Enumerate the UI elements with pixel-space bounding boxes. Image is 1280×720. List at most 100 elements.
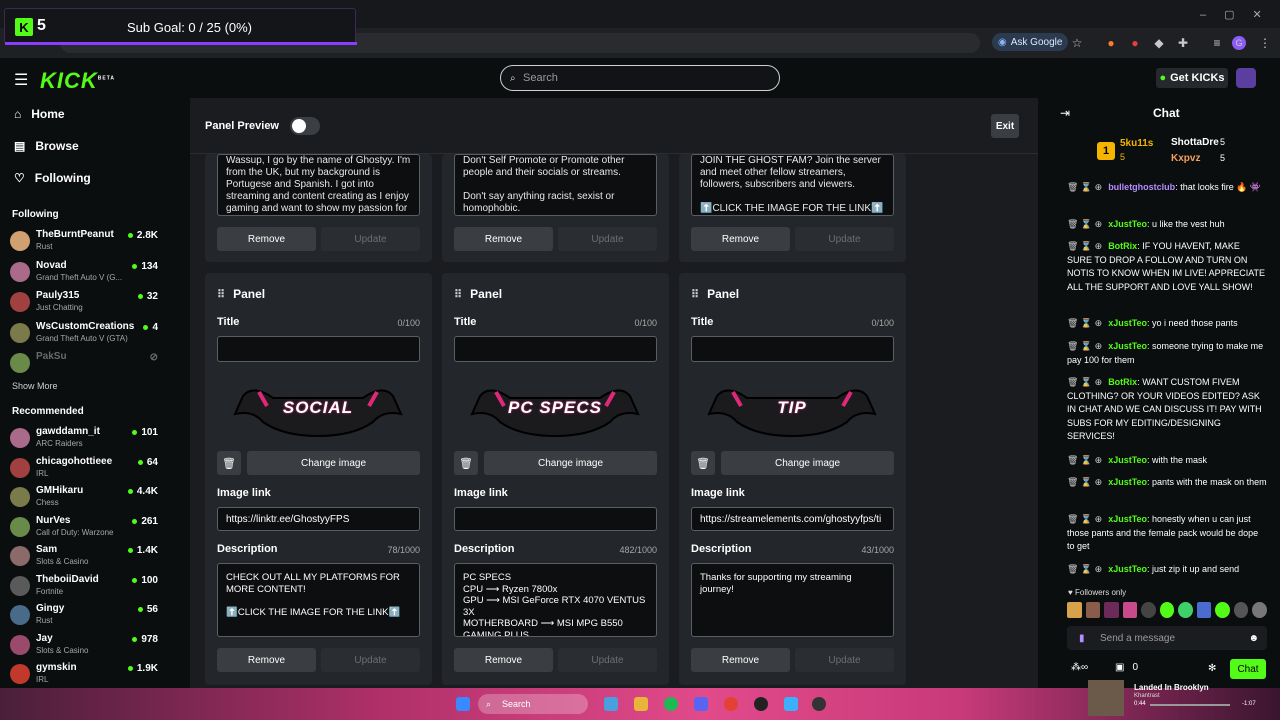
menu-kebab-icon[interactable]: ⋮ (1256, 34, 1274, 52)
remove-button[interactable]: Remove (691, 227, 790, 251)
emote-icon[interactable] (1178, 602, 1193, 618)
mod-actions-icon[interactable]: 🗑 ⌛ ⊕ (1067, 318, 1102, 328)
emote-icon[interactable] (1196, 602, 1212, 618)
channel-item[interactable]: PakSu ⊘ (10, 351, 182, 377)
description-textarea[interactable]: JOIN THE GHOST FAM? Join the server and … (691, 154, 894, 216)
title-input[interactable] (454, 336, 657, 362)
tab-search-icon[interactable]: ≡ (1208, 34, 1226, 52)
chat-username[interactable]: xJustTeo (1108, 455, 1147, 465)
drag-handle-icon[interactable]: ⠿ (454, 288, 462, 301)
emote-icon[interactable] (1104, 602, 1119, 618)
update-button[interactable]: Update (321, 227, 420, 251)
discord-icon[interactable] (694, 697, 708, 711)
nav-following[interactable]: ♡ Following (14, 171, 91, 185)
update-button[interactable]: Update (321, 648, 420, 672)
search-input[interactable]: ⌕ Search (500, 65, 780, 91)
remove-button[interactable]: Remove (217, 648, 316, 672)
change-image-button[interactable]: Change image (721, 451, 894, 475)
extension-icon[interactable]: ◆ (1150, 34, 1168, 52)
top-gifter-name[interactable]: 5ku11s (1120, 138, 1153, 149)
ask-google-button[interactable]: ◉ Ask Google (992, 33, 1069, 51)
chat-send-button[interactable]: Chat (1230, 659, 1266, 679)
drag-handle-icon[interactable]: ⠿ (691, 288, 699, 301)
update-button[interactable]: Update (795, 648, 894, 672)
update-button[interactable]: Update (558, 227, 657, 251)
mod-actions-icon[interactable]: 🗑 ⌛ ⊕ (1067, 182, 1102, 192)
emoji-icon[interactable]: ☻ (1248, 633, 1259, 644)
channel-item[interactable]: Jay Slots & Casino 978 (10, 633, 182, 659)
description-textarea[interactable]: PC SPECS CPU ⟶ Ryzen 7800x GPU ⟶ MSI GeF… (454, 563, 657, 637)
image-link-input[interactable]: https://streamelements.com/ghostyyfps/ti (691, 507, 894, 531)
extension-icon[interactable]: ● (1102, 34, 1120, 52)
channel-item[interactable]: TheBurntPeanut Rust 2.8K (10, 229, 182, 255)
description-textarea[interactable]: Don't Self Promote or Promote other peop… (454, 154, 657, 216)
mod-actions-icon[interactable]: 🗑 ⌛ ⊕ (1067, 241, 1102, 251)
drag-handle-icon[interactable]: ⠿ (217, 288, 225, 301)
mod-actions-icon[interactable]: 🗑 ⌛ ⊕ (1067, 564, 1102, 574)
get-kicks-button[interactable]: ● Get KICKs (1156, 68, 1228, 88)
change-image-button[interactable]: Change image (484, 451, 657, 475)
emote-icon[interactable] (1067, 602, 1082, 618)
nav-browse[interactable]: ▤ Browse (14, 139, 79, 153)
description-textarea[interactable]: Wassup, I go by the name of Ghostyy. I'm… (217, 154, 420, 216)
settings-gear-icon[interactable]: ✻ (1208, 663, 1216, 674)
chat-username[interactable]: xJustTeo (1108, 341, 1147, 351)
update-button[interactable]: Update (558, 648, 657, 672)
top-gifter-name[interactable]: Kxpvz (1171, 153, 1200, 164)
chat-input[interactable]: ▮ Send a message ☻ (1067, 626, 1267, 650)
channel-item[interactable]: gymskin IRL 1.9K (10, 662, 182, 688)
delete-image-button[interactable]: 🗑 (691, 451, 715, 475)
remove-button[interactable]: Remove (691, 648, 790, 672)
kick-logo[interactable]: KICKBETA (40, 68, 115, 94)
infinity-icon[interactable]: ⁂∞ (1071, 662, 1088, 673)
channel-item[interactable]: GMHikaru Chess 4.4K (10, 485, 182, 511)
app-icon[interactable] (784, 697, 798, 711)
channel-item[interactable]: chicagohottieee IRL 64 (10, 456, 182, 482)
channel-item[interactable]: TheboiiDavid Fortnite 100 (10, 574, 182, 600)
emote-icon[interactable] (1141, 602, 1156, 618)
channel-item[interactable]: NurVes Call of Duty: Warzone 261 (10, 515, 182, 541)
channel-item[interactable]: WsCustomCreations Grand Theft Auto V (GTA… (10, 321, 182, 347)
exit-button[interactable]: Exit (991, 114, 1019, 138)
remove-button[interactable]: Remove (217, 227, 316, 251)
mod-actions-icon[interactable]: 🗑 ⌛ ⊕ (1067, 477, 1102, 487)
title-input[interactable] (691, 336, 894, 362)
user-avatar[interactable] (1236, 68, 1256, 88)
delete-image-button[interactable]: 🗑 (454, 451, 478, 475)
emote-icon[interactable] (1085, 602, 1101, 618)
channel-item[interactable]: Pauly315 Just Chatting 32 (10, 290, 182, 316)
chat-username[interactable]: xJustTeo (1108, 219, 1147, 229)
chat-username[interactable]: xJustTeo (1108, 514, 1147, 524)
delete-image-button[interactable]: 🗑 (217, 451, 241, 475)
chat-username[interactable]: BotRix (1108, 377, 1137, 387)
windows-start-icon[interactable] (456, 697, 470, 711)
taskbar-search[interactable]: ⌕ Search (478, 694, 588, 714)
file-explorer-icon[interactable] (634, 697, 648, 711)
emote-icon[interactable] (1252, 602, 1268, 618)
nav-home[interactable]: ⌂ Home (14, 107, 65, 121)
chat-username[interactable]: xJustTeo (1108, 477, 1147, 487)
bookmark-star-icon[interactable]: ☆ (1068, 34, 1086, 52)
channel-item[interactable]: gawddamn_it ARC Raiders 101 (10, 426, 182, 452)
image-link-input[interactable]: https://linktr.ee/GhostyyFPS (217, 507, 420, 531)
description-textarea[interactable]: Thanks for supporting my streaming journ… (691, 563, 894, 637)
channel-item[interactable]: Sam Slots & Casino 1.4K (10, 544, 182, 570)
hamburger-menu-icon[interactable]: ☰ (14, 70, 28, 90)
emote-icon[interactable] (1122, 602, 1138, 618)
emote-icon[interactable] (1233, 602, 1249, 618)
remove-button[interactable]: Remove (454, 227, 553, 251)
chrome-icon[interactable] (724, 697, 738, 711)
chat-username[interactable]: bulletghostclub (1108, 182, 1175, 192)
mod-actions-icon[interactable]: 🗑 ⌛ ⊕ (1067, 219, 1102, 229)
update-button[interactable]: Update (795, 227, 894, 251)
points-display[interactable]: ▣ 0 (1115, 662, 1138, 673)
puzzle-icon[interactable]: ✚ (1174, 34, 1192, 52)
mod-actions-icon[interactable]: 🗑 ⌛ ⊕ (1067, 341, 1102, 351)
chat-username[interactable]: xJustTeo (1108, 318, 1147, 328)
image-link-input[interactable] (454, 507, 657, 531)
remove-button[interactable]: Remove (454, 648, 553, 672)
extension-icon[interactable]: ● (1126, 34, 1144, 52)
description-textarea[interactable]: CHECK OUT ALL MY PLATFORMS FOR MORE CONT… (217, 563, 420, 637)
mod-actions-icon[interactable]: 🗑 ⌛ ⊕ (1067, 377, 1102, 387)
channel-item[interactable]: Novad Grand Theft Auto V (G... 134 (10, 260, 182, 286)
